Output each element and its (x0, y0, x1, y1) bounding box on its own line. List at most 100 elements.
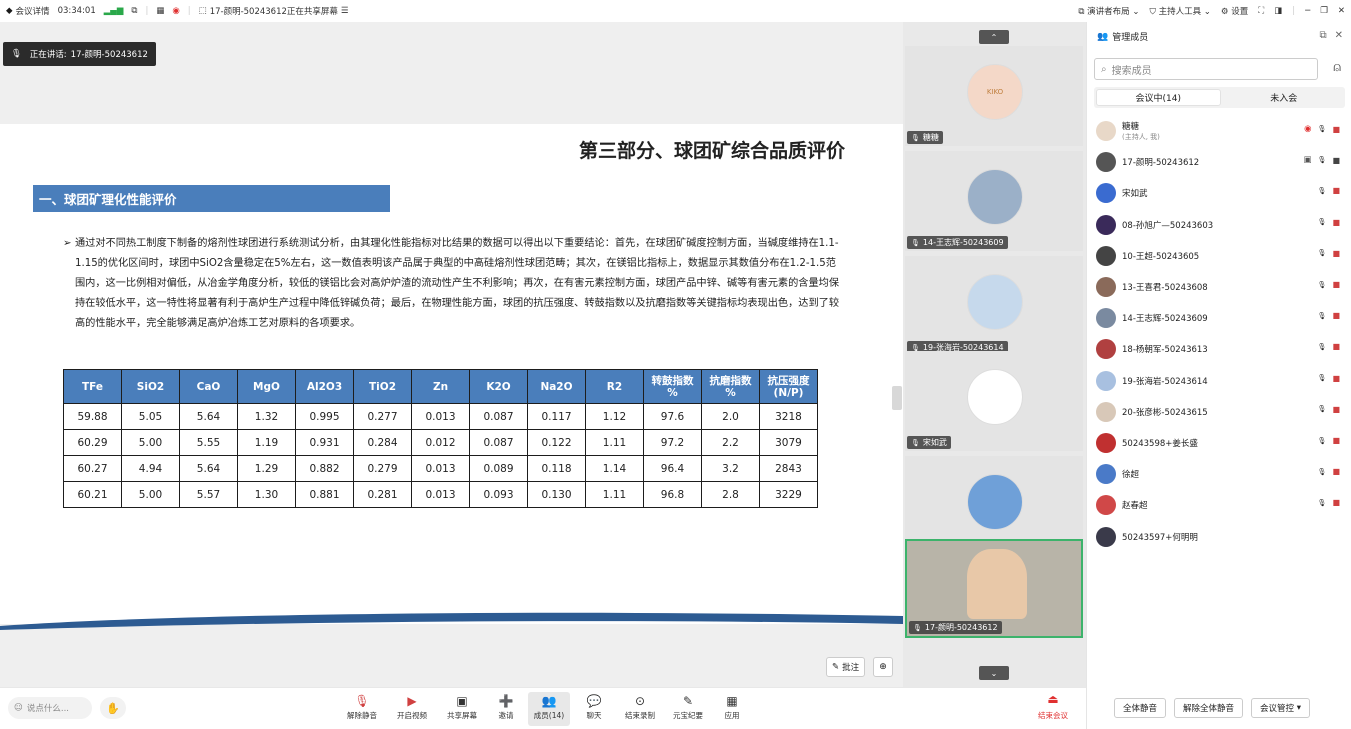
unmute-all-button[interactable]: 解除全体静音 (1174, 698, 1244, 718)
toolbar-label: 聊天 (586, 711, 602, 720)
minimize-icon[interactable]: ─ (1305, 6, 1310, 16)
member-row[interactable]: 50243598+姜长盛 🎙 ■ (1096, 430, 1346, 456)
mic-muted-icon[interactable]: 🎙 (1318, 312, 1327, 320)
host-tools-button[interactable]: ⛉ 主持人工具 ⌄ (1150, 5, 1211, 17)
member-row[interactable]: 20-张彦彬-50243615 🎙 ■ (1096, 399, 1346, 425)
tab-in-meeting[interactable]: 会议中(14) (1096, 89, 1221, 106)
camera-off-icon[interactable]: ■ (1332, 249, 1340, 258)
member-row[interactable]: 13-王喜君-50243608 🎙 ■ (1096, 274, 1346, 300)
video-tile[interactable]: KIKO 🎙 糖糖 (905, 46, 1083, 146)
record-icon[interactable]: ◉ (172, 6, 179, 16)
toolbar-label: 开启视频 (397, 711, 427, 720)
mic-muted-icon[interactable]: 🎙 (1318, 281, 1327, 289)
start-video-button[interactable]: ▶ 开启视频 (390, 692, 434, 726)
camera-off-icon[interactable]: ■ (1332, 374, 1340, 383)
member-row[interactable]: 14-王志辉-50243609 🎙 ■ (1096, 305, 1346, 331)
mic-muted-icon[interactable]: 🎙 (1318, 499, 1327, 507)
camera-off-icon[interactable]: ■ (1332, 342, 1340, 351)
sharing-status[interactable]: ⬚ 17-颜明-50243612正在共享屏幕 ☰ (199, 5, 349, 17)
avatar: KIKO (967, 64, 1023, 120)
mic-muted-icon[interactable]: 🎙 (1318, 468, 1327, 476)
table-cell: 0.093 (469, 481, 528, 508)
camera-off-icon[interactable]: ■ (1332, 405, 1340, 414)
video-tile[interactable]: 🎙 14-王志辉-50243609 (905, 151, 1083, 251)
presenter-layout-button[interactable]: ⧉ 演讲者布局 ⌄ (1078, 5, 1139, 17)
table-cell: 0.122 (527, 429, 586, 456)
mic-on-icon[interactable]: 🎙 (1318, 156, 1327, 164)
mic-muted-icon[interactable]: 🎙 (1318, 125, 1327, 133)
raise-hand-button[interactable]: ✋ (100, 697, 126, 719)
member-panel: 👥 管理成员 ⧉ ✕ ⌕ 搜索成员 ⍝ 会议中(14) 未入会 糖糖 (主持人, … (1086, 22, 1351, 729)
panel-close-icon[interactable]: ✕ (1335, 30, 1343, 41)
popout-icon[interactable]: ⧉ (1319, 30, 1326, 41)
mic-muted-icon[interactable]: 🎙 (1318, 405, 1327, 413)
member-avatar (1096, 277, 1116, 297)
members-button[interactable]: 👥 成员(14) (528, 692, 570, 726)
camera-off-icon[interactable]: ■ (1332, 280, 1340, 289)
table-cell: 1.30 (237, 481, 296, 508)
scroll-up-button[interactable]: ⌃ (979, 30, 1009, 44)
camera-off-icon[interactable]: ■ (1332, 436, 1340, 445)
member-row[interactable]: 08-孙旭广—50243603 🎙 ■ (1096, 212, 1346, 238)
end-meeting-button[interactable]: ⏏ 结束会议 (1033, 692, 1073, 726)
add-member-icon[interactable]: ⍝ (1333, 60, 1341, 75)
member-row[interactable]: 宋如武 🎙 ■ (1096, 180, 1346, 206)
member-row[interactable]: 18-杨朝军-50243613 🎙 ■ (1096, 336, 1346, 362)
meeting-controls-button[interactable]: 会议管控 ▾ (1251, 698, 1311, 718)
apps-button[interactable]: ▦ 应用 (710, 692, 754, 726)
member-row[interactable]: 赵春超 🎙 ■ (1096, 492, 1346, 518)
external-window-icon[interactable]: ⧉ (131, 6, 137, 16)
member-row[interactable]: 50243597+何明明 (1096, 524, 1346, 550)
close-icon[interactable]: ✕ (1338, 6, 1345, 16)
mute-all-button[interactable]: 全体静音 (1114, 698, 1167, 718)
chat-button[interactable]: 💬 聊天 (572, 692, 616, 726)
member-row[interactable]: 10-王超-50243605 🎙 ■ (1096, 243, 1346, 269)
camera-off-icon[interactable]: ■ (1332, 125, 1340, 134)
invite-button[interactable]: ➕ 邀请 (484, 692, 528, 726)
fullscreen-icon[interactable]: ⛶ (1258, 6, 1264, 16)
unmute-button[interactable]: 🎙 解除静音 (340, 692, 384, 726)
camera-on-icon[interactable]: ■ (1332, 156, 1340, 165)
sharing-icon: ▣ (1303, 155, 1312, 166)
mic-muted-icon[interactable]: 🎙 (1318, 218, 1327, 226)
mic-muted-icon[interactable]: 🎙 (1318, 249, 1327, 257)
signal-icon: ▂▄▆ (103, 6, 124, 16)
annotate-button[interactable]: ✎ 批注 (826, 657, 866, 677)
maximize-icon[interactable]: ❐ (1320, 6, 1328, 16)
member-row[interactable]: 17-颜明-50243612 ▣ 🎙 ■ (1096, 149, 1346, 175)
video-tile[interactable]: 🎙 17-颜明-50243612 (905, 539, 1083, 638)
video-tile[interactable]: 🎙 宋如武 (905, 351, 1083, 451)
member-info: 14-王志辉-50243609 (1122, 312, 1208, 324)
member-row[interactable]: 糖糖 (主持人, 我) ◉ 🎙 ■ (1096, 118, 1346, 144)
scroll-down-button[interactable]: ⌄ (979, 666, 1009, 680)
mic-muted-icon[interactable]: 🎙 (1318, 374, 1327, 382)
member-search-input[interactable]: ⌕ 搜索成员 (1094, 58, 1318, 80)
camera-off-icon[interactable]: ■ (1332, 467, 1340, 476)
table-cell: 59.88 (63, 403, 122, 430)
meeting-details-button[interactable]: ◆ 会议详情 (6, 5, 50, 17)
exit-icon: ⏏ (1047, 692, 1059, 706)
collapse-video-handle[interactable] (892, 386, 902, 410)
settings-button[interactable]: ⚙ 设置 (1221, 5, 1248, 17)
zoom-button[interactable]: ⊕ (873, 657, 893, 677)
screenshot-icon[interactable]: ▦ (156, 6, 164, 16)
camera-off-icon[interactable]: ■ (1332, 186, 1340, 195)
table-cell: 3218 (759, 403, 818, 430)
chat-quick-input[interactable]: ☺ 说点什么... (8, 697, 92, 719)
invite-icon: ➕ (498, 694, 514, 708)
mic-muted-icon[interactable]: 🎙 (1318, 343, 1327, 351)
share-screen-button[interactable]: ▣ 共享屏幕 (440, 692, 484, 726)
camera-off-icon[interactable]: ■ (1332, 218, 1340, 227)
camera-off-icon[interactable]: ■ (1332, 498, 1340, 507)
mic-muted-icon[interactable]: 🎙 (1318, 437, 1327, 445)
video-tile[interactable]: 🎙 19-张海岩-50243614 (905, 256, 1083, 356)
sidebar-toggle-icon[interactable]: ◨ (1274, 6, 1282, 16)
mic-muted-icon[interactable]: 🎙 (1318, 187, 1327, 195)
yuanbao-summary-button[interactable]: ✎ 元宝纪要 (666, 692, 710, 726)
camera-off-icon[interactable]: ■ (1332, 311, 1340, 320)
tab-not-joined[interactable]: 未入会 (1223, 87, 1346, 108)
member-row[interactable]: 19-张海岩-50243614 🎙 ■ (1096, 368, 1346, 394)
search-icon: ⌕ (1101, 63, 1107, 75)
stop-recording-button[interactable]: ⊙ 结束录制 (618, 692, 662, 726)
member-row[interactable]: 徐超 🎙 ■ (1096, 461, 1346, 487)
